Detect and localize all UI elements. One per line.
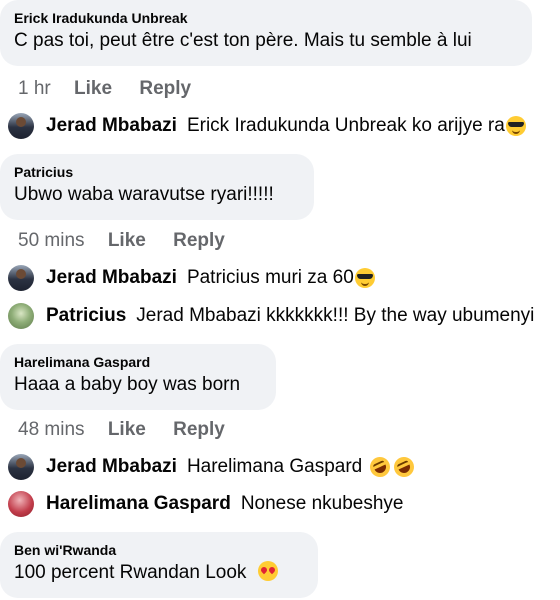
- reply-author[interactable]: Patricius: [46, 305, 126, 327]
- avatar[interactable]: [8, 113, 34, 139]
- reply-text: Patricius muri za 60: [186, 267, 354, 288]
- comment-meta: 50 mins Like Reply: [18, 230, 225, 252]
- comment-author[interactable]: Harelimana Gaspard: [14, 354, 262, 371]
- comment-text: C pas toi, peut être c'est ton père. Mai…: [14, 30, 472, 51]
- comment-author[interactable]: Erick Iradukunda Unbreak: [14, 10, 518, 27]
- comment-bubble: Harelimana Gaspard Haaa a baby boy was b…: [0, 344, 276, 410]
- avatar[interactable]: [8, 303, 34, 329]
- like-button[interactable]: Like: [74, 78, 112, 100]
- comment-bubble: Ben wi'Rwanda 100 percent Rwandan Look: [0, 532, 318, 598]
- like-button[interactable]: Like: [108, 230, 146, 252]
- heart-eyes-icon: [257, 561, 278, 581]
- comment-bubble: Erick Iradukunda Unbreak C pas toi, peut…: [0, 0, 532, 66]
- smiling-face-sunglasses-icon: [505, 116, 526, 136]
- comment-author[interactable]: Ben wi'Rwanda: [14, 542, 304, 559]
- comment-text: 100 percent Rwandan Look: [14, 561, 304, 585]
- comment-author[interactable]: Patricius: [14, 164, 300, 181]
- comment-timestamp[interactable]: 48 mins: [18, 419, 85, 441]
- comment-meta: 1 hr Like Reply: [18, 78, 191, 100]
- reply-text: Jerad Mbabazi kkkkkkk!!! By the way ubum…: [136, 305, 535, 326]
- reply-button[interactable]: Reply: [173, 419, 225, 441]
- comment-timestamp[interactable]: 1 hr: [18, 78, 51, 100]
- reply-button[interactable]: Reply: [139, 78, 191, 100]
- reply-author[interactable]: Jerad Mbabazi: [46, 267, 177, 289]
- comment-text-content: 100 percent Rwandan Look: [14, 562, 247, 583]
- rolling-laughing-icon: [366, 453, 394, 481]
- comment-timestamp[interactable]: 50 mins: [18, 230, 85, 252]
- comment-text: Ubwo waba waravutse ryari!!!!!: [14, 184, 274, 205]
- smiling-face-sunglasses-icon: [354, 268, 375, 288]
- comment-bubble: Patricius Ubwo waba waravutse ryari!!!!!: [0, 154, 314, 220]
- reply-author[interactable]: Jerad Mbabazi: [46, 456, 177, 478]
- reply-item: Jerad Mbabazi Harelimana Gaspard: [8, 453, 418, 481]
- reply-text: Nonese nkubeshye: [240, 493, 404, 514]
- reply-item: Patricius Jerad Mbabazi kkkkkkk!!! By th…: [8, 302, 534, 330]
- reply-item: Jerad Mbabazi Erick Iradukunda Unbreak k…: [8, 112, 526, 140]
- comment-text: Haaa a baby boy was born: [14, 374, 241, 395]
- reply-item: Harelimana Gaspard Nonese nkubeshye: [8, 490, 403, 518]
- reply-item: Jerad Mbabazi Patricius muri za 60: [8, 264, 375, 292]
- rolling-laughing-icon: [390, 453, 418, 481]
- reply-author[interactable]: Harelimana Gaspard: [46, 493, 231, 515]
- reply-author[interactable]: Jerad Mbabazi: [46, 115, 177, 137]
- like-button[interactable]: Like: [108, 419, 146, 441]
- reply-text: Erick Iradukunda Unbreak ko arijye ra: [186, 115, 505, 136]
- avatar[interactable]: [8, 265, 34, 291]
- avatar[interactable]: [8, 454, 34, 480]
- comment-meta: 48 mins Like Reply: [18, 419, 225, 441]
- reply-button[interactable]: Reply: [173, 230, 225, 252]
- reply-text: Harelimana Gaspard: [186, 456, 363, 477]
- avatar[interactable]: [8, 491, 34, 517]
